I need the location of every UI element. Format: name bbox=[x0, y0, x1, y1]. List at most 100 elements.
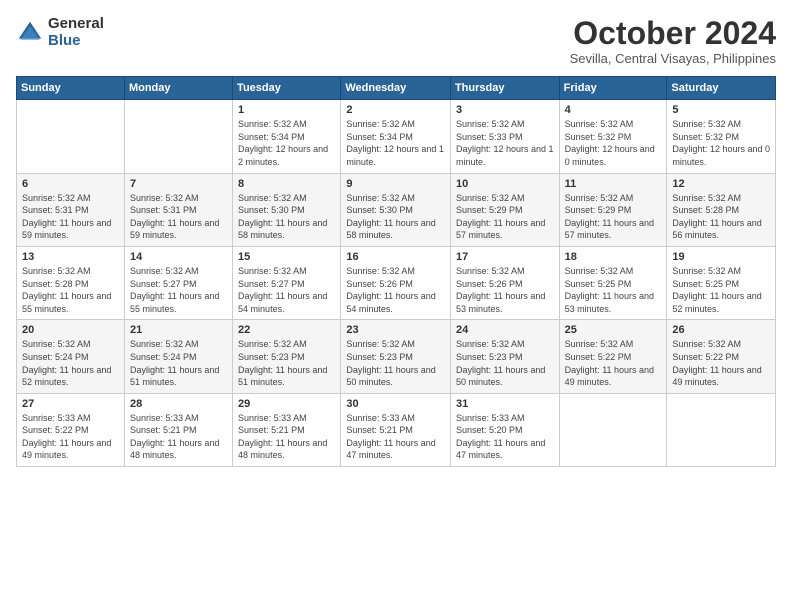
calendar-table: SundayMondayTuesdayWednesdayThursdayFrid… bbox=[16, 76, 776, 467]
calendar-cell: 28 Sunrise: 5:33 AMSunset: 5:21 PMDayligh… bbox=[124, 393, 232, 466]
day-number: 23 bbox=[346, 324, 445, 336]
day-number: 5 bbox=[672, 104, 770, 116]
day-info: Sunrise: 5:32 AMSunset: 5:31 PMDaylight:… bbox=[22, 192, 119, 242]
calendar-cell: 22Sunrise: 5:32 AMSunset: 5:23 PMDayligh… bbox=[233, 320, 341, 393]
calendar-cell: 3 Sunrise: 5:32 AMSunset: 5:33 PMDaylight… bbox=[450, 100, 559, 173]
day-info: Sunrise: 5:32 AMSunset: 5:28 PMDaylight:… bbox=[22, 265, 119, 315]
day-number: 6 bbox=[22, 178, 119, 190]
day-info: Sunrise: 5:32 AMSunset: 5:28 PMDaylight:… bbox=[672, 192, 770, 242]
day-number: 11 bbox=[565, 178, 662, 190]
day-number: 10 bbox=[456, 178, 554, 190]
calendar-cell bbox=[124, 100, 232, 173]
header: General Blue October 2024 Sevilla, Centr… bbox=[16, 16, 776, 66]
calendar-cell: 12 Sunrise: 5:32 AMSunset: 5:28 PMDayligh… bbox=[667, 173, 776, 246]
calendar-cell bbox=[667, 393, 776, 466]
day-number: 12 bbox=[672, 178, 770, 190]
day-info: Sunrise: 5:32 AMSunset: 5:32 PMDaylight:… bbox=[672, 118, 770, 168]
page: General Blue October 2024 Sevilla, Centr… bbox=[0, 0, 792, 612]
calendar-cell: 1 Sunrise: 5:32 AMSunset: 5:34 PMDaylight… bbox=[233, 100, 341, 173]
day-number: 24 bbox=[456, 324, 554, 336]
day-info: Sunrise: 5:33 AMSunset: 5:21 PMDaylight:… bbox=[238, 412, 335, 462]
day-number: 18 bbox=[565, 251, 662, 263]
day-number: 1 bbox=[238, 104, 335, 116]
header-monday: Monday bbox=[124, 77, 232, 100]
day-info: Sunrise: 5:32 AMSunset: 5:34 PMDaylight:… bbox=[346, 118, 445, 168]
day-number: 20 bbox=[22, 324, 119, 336]
day-info: Sunrise: 5:32 AMSunset: 5:26 PMDaylight:… bbox=[456, 265, 554, 315]
logo-general: General bbox=[48, 16, 104, 33]
subtitle: Sevilla, Central Visayas, Philippines bbox=[570, 51, 776, 66]
calendar-header-row: SundayMondayTuesdayWednesdayThursdayFrid… bbox=[17, 77, 776, 100]
calendar-cell: 14 Sunrise: 5:32 AMSunset: 5:27 PMDayligh… bbox=[124, 246, 232, 319]
title-section: October 2024 Sevilla, Central Visayas, P… bbox=[570, 16, 776, 66]
day-number: 7 bbox=[130, 178, 227, 190]
calendar-cell: 10 Sunrise: 5:32 AMSunset: 5:29 PMDayligh… bbox=[450, 173, 559, 246]
calendar-cell: 9Sunrise: 5:32 AMSunset: 5:30 PMDaylight… bbox=[341, 173, 451, 246]
day-info: Sunrise: 5:32 AMSunset: 5:33 PMDaylight:… bbox=[456, 118, 554, 168]
calendar-cell: 17 Sunrise: 5:32 AMSunset: 5:26 PMDayligh… bbox=[450, 246, 559, 319]
day-number: 3 bbox=[456, 104, 554, 116]
calendar-cell: 8Sunrise: 5:32 AMSunset: 5:30 PMDaylight… bbox=[233, 173, 341, 246]
day-info: Sunrise: 5:32 AMSunset: 5:29 PMDaylight:… bbox=[456, 192, 554, 242]
day-info: Sunrise: 5:32 AMSunset: 5:24 PMDaylight:… bbox=[130, 338, 227, 388]
day-number: 19 bbox=[672, 251, 770, 263]
day-info: Sunrise: 5:32 AMSunset: 5:23 PMDaylight:… bbox=[346, 338, 445, 388]
calendar-cell: 29Sunrise: 5:33 AMSunset: 5:21 PMDayligh… bbox=[233, 393, 341, 466]
header-tuesday: Tuesday bbox=[233, 77, 341, 100]
day-info: Sunrise: 5:32 AMSunset: 5:26 PMDaylight:… bbox=[346, 265, 445, 315]
day-info: Sunrise: 5:33 AMSunset: 5:20 PMDaylight:… bbox=[456, 412, 554, 462]
calendar-week-1: 1 Sunrise: 5:32 AMSunset: 5:34 PMDaylight… bbox=[17, 100, 776, 173]
day-number: 28 bbox=[130, 398, 227, 410]
calendar-cell: 13Sunrise: 5:32 AMSunset: 5:28 PMDayligh… bbox=[17, 246, 125, 319]
day-info: Sunrise: 5:32 AMSunset: 5:24 PMDaylight:… bbox=[22, 338, 119, 388]
calendar-cell: 25 Sunrise: 5:32 AMSunset: 5:22 PMDayligh… bbox=[559, 320, 667, 393]
calendar-cell: 21 Sunrise: 5:32 AMSunset: 5:24 PMDayligh… bbox=[124, 320, 232, 393]
day-info: Sunrise: 5:33 AMSunset: 5:21 PMDaylight:… bbox=[130, 412, 227, 462]
calendar-cell: 18 Sunrise: 5:32 AMSunset: 5:25 PMDayligh… bbox=[559, 246, 667, 319]
calendar-week-2: 6 Sunrise: 5:32 AMSunset: 5:31 PMDaylight… bbox=[17, 173, 776, 246]
day-number: 8 bbox=[238, 178, 335, 190]
day-info: Sunrise: 5:32 AMSunset: 5:32 PMDaylight:… bbox=[565, 118, 662, 168]
day-info: Sunrise: 5:32 AMSunset: 5:25 PMDaylight:… bbox=[672, 265, 770, 315]
calendar-cell: 2 Sunrise: 5:32 AMSunset: 5:34 PMDaylight… bbox=[341, 100, 451, 173]
day-number: 17 bbox=[456, 251, 554, 263]
day-number: 25 bbox=[565, 324, 662, 336]
header-wednesday: Wednesday bbox=[341, 77, 451, 100]
day-info: Sunrise: 5:32 AMSunset: 5:23 PMDaylight:… bbox=[238, 338, 335, 388]
calendar-week-5: 27Sunrise: 5:33 AMSunset: 5:22 PMDayligh… bbox=[17, 393, 776, 466]
day-number: 9 bbox=[346, 178, 445, 190]
day-number: 14 bbox=[130, 251, 227, 263]
day-number: 2 bbox=[346, 104, 445, 116]
header-sunday: Sunday bbox=[17, 77, 125, 100]
day-info: Sunrise: 5:32 AMSunset: 5:31 PMDaylight:… bbox=[130, 192, 227, 242]
logo-icon bbox=[16, 19, 44, 47]
day-number: 27 bbox=[22, 398, 119, 410]
logo-blue: Blue bbox=[48, 33, 104, 50]
calendar-cell: 4Sunrise: 5:32 AMSunset: 5:32 PMDaylight… bbox=[559, 100, 667, 173]
calendar-cell: 24Sunrise: 5:32 AMSunset: 5:23 PMDayligh… bbox=[450, 320, 559, 393]
header-saturday: Saturday bbox=[667, 77, 776, 100]
calendar-cell: 27Sunrise: 5:33 AMSunset: 5:22 PMDayligh… bbox=[17, 393, 125, 466]
day-info: Sunrise: 5:32 AMSunset: 5:25 PMDaylight:… bbox=[565, 265, 662, 315]
logo: General Blue bbox=[16, 16, 104, 49]
day-info: Sunrise: 5:32 AMSunset: 5:27 PMDaylight:… bbox=[130, 265, 227, 315]
month-title: October 2024 bbox=[570, 16, 776, 51]
calendar-cell bbox=[559, 393, 667, 466]
calendar-cell bbox=[17, 100, 125, 173]
day-info: Sunrise: 5:32 AMSunset: 5:34 PMDaylight:… bbox=[238, 118, 335, 168]
calendar-cell: 16 Sunrise: 5:32 AMSunset: 5:26 PMDayligh… bbox=[341, 246, 451, 319]
header-thursday: Thursday bbox=[450, 77, 559, 100]
day-number: 30 bbox=[346, 398, 445, 410]
calendar-week-4: 20 Sunrise: 5:32 AMSunset: 5:24 PMDayligh… bbox=[17, 320, 776, 393]
day-info: Sunrise: 5:33 AMSunset: 5:21 PMDaylight:… bbox=[346, 412, 445, 462]
calendar-cell: 26Sunrise: 5:32 AMSunset: 5:22 PMDayligh… bbox=[667, 320, 776, 393]
day-info: Sunrise: 5:32 AMSunset: 5:22 PMDaylight:… bbox=[565, 338, 662, 388]
logo-text: General Blue bbox=[48, 16, 104, 49]
day-number: 21 bbox=[130, 324, 227, 336]
day-info: Sunrise: 5:32 AMSunset: 5:22 PMDaylight:… bbox=[672, 338, 770, 388]
calendar-cell: 31 Sunrise: 5:33 AMSunset: 5:20 PMDayligh… bbox=[450, 393, 559, 466]
day-number: 16 bbox=[346, 251, 445, 263]
calendar-cell: 6 Sunrise: 5:32 AMSunset: 5:31 PMDaylight… bbox=[17, 173, 125, 246]
calendar-cell: 20 Sunrise: 5:32 AMSunset: 5:24 PMDayligh… bbox=[17, 320, 125, 393]
day-number: 31 bbox=[456, 398, 554, 410]
